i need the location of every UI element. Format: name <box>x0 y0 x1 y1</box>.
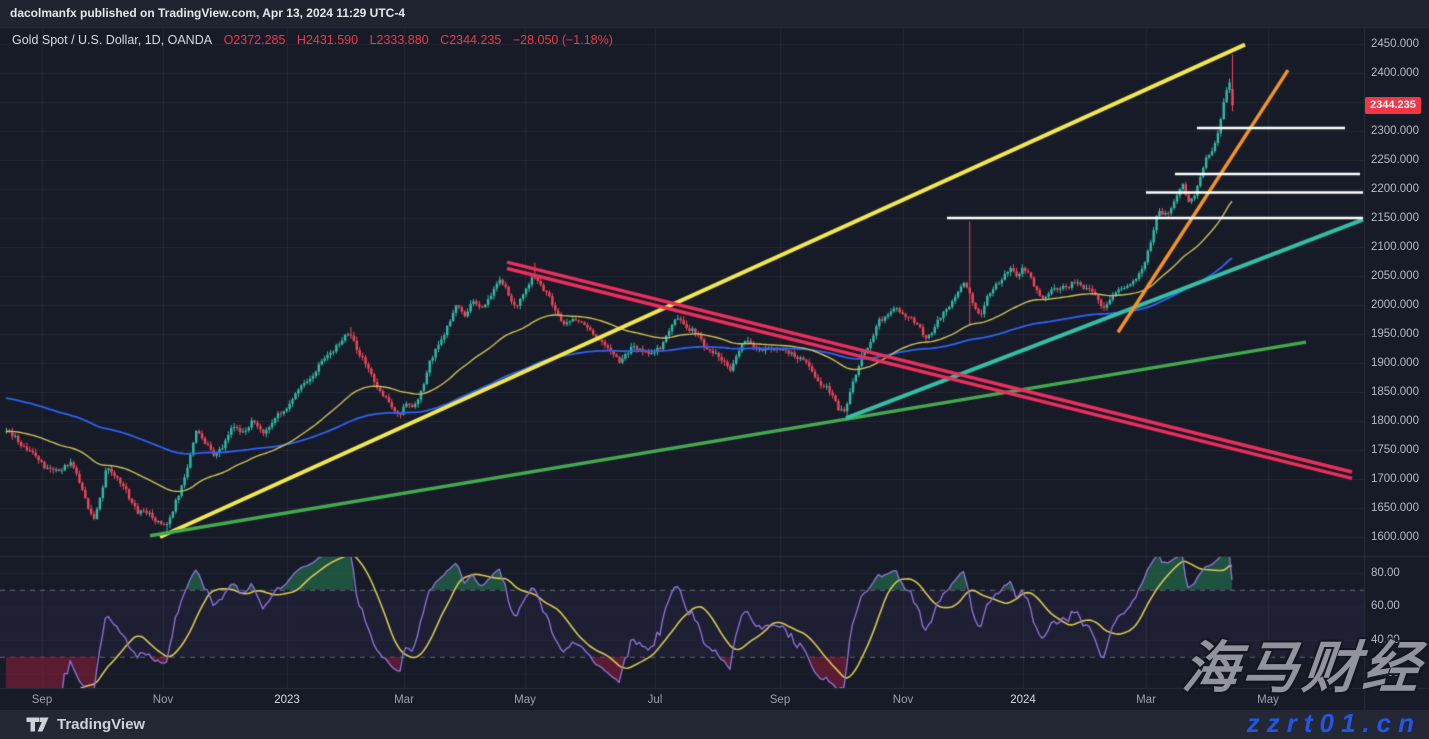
time-tick-label: 2024 <box>1010 694 1036 706</box>
time-tick-label: Sep <box>770 694 790 706</box>
chart-legend[interactable]: Gold Spot / U.S. Dollar, 1D, OANDA O2372… <box>12 33 621 47</box>
price-tick-label: 2250.000 <box>1371 154 1419 166</box>
price-tick-label: 2300.000 <box>1371 125 1419 137</box>
price-tick-label: 2100.000 <box>1371 241 1419 253</box>
ohlc-high: H2431.590 <box>297 33 358 47</box>
price-tick-label: 1850.000 <box>1371 386 1419 398</box>
watermark-cn: 海马财经 <box>1180 636 1427 700</box>
price-tick-label: 1600.000 <box>1371 531 1419 543</box>
ohlc-open: O2372.285 <box>224 33 286 47</box>
time-tick-label: Nov <box>153 694 173 706</box>
price-tick-label: 2450.000 <box>1371 38 1419 50</box>
time-tick-label: 2023 <box>274 694 300 706</box>
price-tick-label: 2150.000 <box>1371 212 1419 224</box>
price-tick-label: 2400.000 <box>1371 67 1419 79</box>
time-tick-label: Nov <box>893 694 913 706</box>
publish-bar: dacolmanfx published on TradingView.com,… <box>0 0 1429 27</box>
price-chart-canvas[interactable] <box>0 0 1429 739</box>
price-tick-label: 1800.000 <box>1371 415 1419 427</box>
time-tick-label: Jul <box>648 694 663 706</box>
watermark-url: zzrt01.cn <box>1247 708 1421 739</box>
price-tick-label: 1650.000 <box>1371 502 1419 514</box>
price-tick-label: 2000.000 <box>1371 299 1419 311</box>
ohlc-close: C2344.235 <box>440 33 501 47</box>
ohlc-low: L2333.880 <box>370 33 429 47</box>
change-value: −28.050 (−1.18%) <box>513 33 613 47</box>
rsi-tick-label: 80.00 <box>1371 567 1400 579</box>
tradingview-brand-text[interactable]: TradingView <box>57 716 145 733</box>
price-tick-label: 1700.000 <box>1371 473 1419 485</box>
footer-bar: TradingView <box>0 710 1429 739</box>
publish-text: dacolmanfx published on TradingView.com,… <box>10 6 405 20</box>
time-tick-label: Mar <box>394 694 414 706</box>
price-tick-label: 1900.000 <box>1371 357 1419 369</box>
time-tick-label: Mar <box>1136 694 1156 706</box>
price-tick-label: 2200.000 <box>1371 183 1419 195</box>
time-tick-label: May <box>514 694 536 706</box>
symbol-title[interactable]: Gold Spot / U.S. Dollar, 1D, OANDA <box>12 33 212 47</box>
price-tick-label: 1750.000 <box>1371 444 1419 456</box>
time-tick-label: Sep <box>32 694 52 706</box>
price-tick-label: 2050.000 <box>1371 270 1419 282</box>
rsi-tick-label: 60.00 <box>1371 600 1400 612</box>
tradingview-logo-icon[interactable] <box>26 717 49 732</box>
last-price-badge: 2344.235 <box>1365 97 1421 114</box>
price-tick-label: 1950.000 <box>1371 328 1419 340</box>
